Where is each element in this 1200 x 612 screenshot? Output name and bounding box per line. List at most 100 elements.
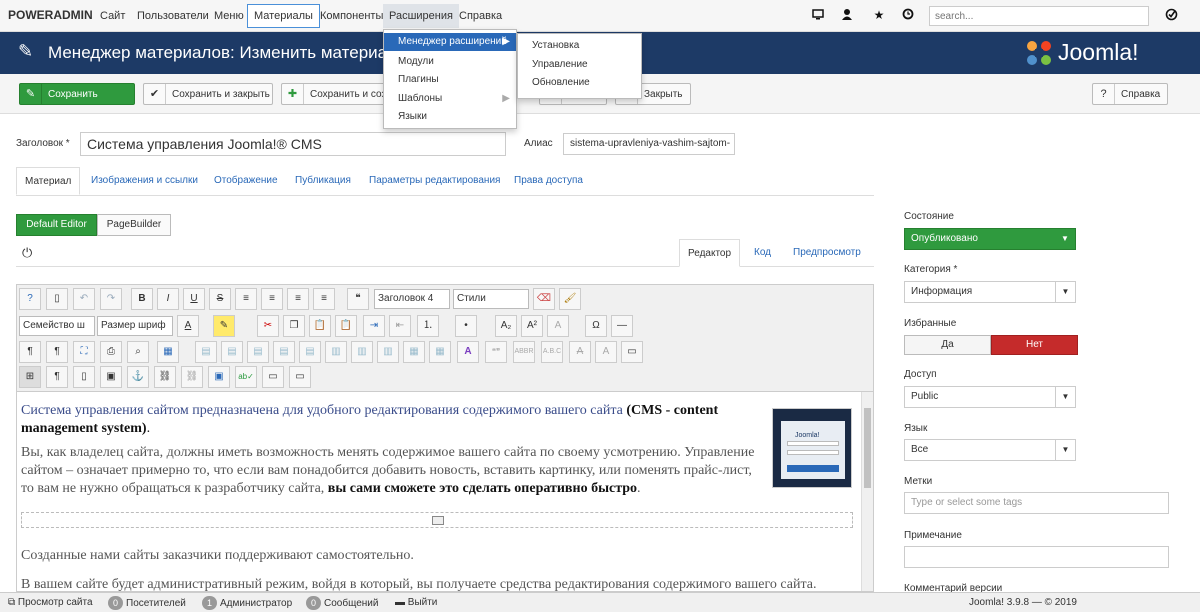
undo-icon[interactable]: ↶ bbox=[73, 288, 95, 310]
tab-content[interactable]: Материал bbox=[16, 167, 81, 195]
access-select[interactable]: Public ▼ bbox=[904, 386, 1076, 408]
monitor-icon[interactable] bbox=[811, 8, 825, 22]
nav-content[interactable]: Материалы bbox=[247, 4, 320, 28]
font-size-select[interactable]: Размер шриф bbox=[97, 316, 173, 336]
unlink-icon[interactable]: ⛓ bbox=[181, 366, 203, 388]
save-button[interactable]: ✎ Сохранить bbox=[19, 83, 135, 105]
template-icon[interactable]: ▭ bbox=[621, 341, 643, 363]
show-blocks-icon[interactable]: ¶ bbox=[46, 366, 68, 388]
tab-editor[interactable]: Редактор bbox=[679, 239, 741, 267]
col-before-icon[interactable]: ▥ bbox=[325, 341, 347, 363]
blockquote-icon[interactable]: ❝ bbox=[347, 288, 369, 310]
heading-select[interactable]: Заголовок 4 bbox=[374, 289, 450, 309]
menu-item-plugins[interactable]: Плагины bbox=[384, 71, 516, 89]
highlight-icon[interactable]: ✎ bbox=[213, 315, 235, 337]
new-doc-icon[interactable]: ▯ bbox=[46, 288, 68, 310]
nav-components[interactable]: Компоненты bbox=[314, 4, 389, 28]
default-editor-button[interactable]: Default Editor bbox=[16, 214, 97, 236]
joomla-check-icon[interactable] bbox=[1164, 8, 1178, 22]
underline-icon[interactable]: U bbox=[183, 288, 205, 310]
category-select[interactable]: Информация ▼ bbox=[904, 281, 1076, 303]
spellcheck-icon[interactable]: A bbox=[457, 341, 479, 363]
numbered-list-icon[interactable]: ⒈ bbox=[417, 315, 439, 337]
alias-input[interactable]: sistema-upravleniya-vashim-sajtom- bbox=[563, 133, 735, 155]
logout-link[interactable]: ▬ Выйти bbox=[395, 596, 437, 610]
nav-extensions[interactable]: Расширения bbox=[383, 4, 459, 28]
redo-icon[interactable]: ↷ bbox=[100, 288, 122, 310]
spellchecker-icon[interactable]: ab✓ bbox=[235, 366, 257, 388]
pagebreak-icon[interactable]: ▭ bbox=[262, 366, 284, 388]
visual-aid-icon[interactable]: ⊞ bbox=[19, 366, 41, 388]
acronym-icon[interactable]: A.B.C bbox=[541, 341, 563, 363]
table-cell-props-icon[interactable]: ▤ bbox=[221, 341, 243, 363]
tab-code[interactable]: Код bbox=[754, 239, 771, 267]
print-icon[interactable]: ⎙ bbox=[100, 341, 122, 363]
align-right-icon[interactable]: ≡ bbox=[313, 288, 335, 310]
rtl-icon[interactable]: ¶ bbox=[46, 341, 68, 363]
find-icon[interactable]: ⌕ bbox=[127, 341, 149, 363]
cut-icon[interactable]: ✂ bbox=[257, 315, 279, 337]
media-icon[interactable]: ▣ bbox=[208, 366, 230, 388]
language-select[interactable]: Все ▼ bbox=[904, 439, 1076, 461]
search-input[interactable] bbox=[929, 6, 1149, 26]
col-after-icon[interactable]: ▥ bbox=[351, 341, 373, 363]
merge-cells-icon[interactable]: ▦ bbox=[429, 341, 451, 363]
fullscreen-icon[interactable]: ⛶ bbox=[73, 341, 95, 363]
styles-select[interactable]: Стили bbox=[453, 289, 529, 309]
editor-content[interactable]: Система управления сайтом предназначена … bbox=[16, 392, 874, 592]
nav-site[interactable]: Сайт bbox=[94, 4, 131, 28]
tab-permissions[interactable]: Права доступа bbox=[514, 167, 583, 195]
featured-no-button[interactable]: Нет bbox=[991, 335, 1078, 355]
brush-icon[interactable]: 🖌 bbox=[559, 288, 581, 310]
eraser-icon[interactable]: ⌫ bbox=[533, 288, 555, 310]
help-icon[interactable]: ? bbox=[19, 288, 41, 310]
nav-users[interactable]: Пользователи bbox=[131, 4, 215, 28]
nav-menu[interactable]: Меню bbox=[208, 4, 250, 28]
ltr-icon[interactable]: ¶ bbox=[19, 341, 41, 363]
copy-icon[interactable]: ❐ bbox=[283, 315, 305, 337]
note-input[interactable] bbox=[904, 546, 1169, 568]
menu-item-modules[interactable]: Модули bbox=[384, 53, 516, 71]
tab-images-links[interactable]: Изображения и ссылки bbox=[91, 167, 198, 195]
text-color-icon[interactable]: A bbox=[177, 315, 199, 337]
paste-icon[interactable]: 📋 bbox=[309, 315, 331, 337]
power-icon[interactable]: ⏻ bbox=[22, 245, 32, 261]
save-close-button[interactable]: ✔ Сохранить и закрыть bbox=[143, 83, 273, 105]
title-input[interactable]: Система управления Joomla!® CMS bbox=[80, 132, 506, 156]
image-icon[interactable]: ▣ bbox=[100, 366, 122, 388]
superscript-icon[interactable]: A² bbox=[521, 315, 543, 337]
split-cells-icon[interactable]: ▦ bbox=[403, 341, 425, 363]
nav-help[interactable]: Справка bbox=[453, 4, 508, 28]
readmore-icon[interactable]: ▭ bbox=[289, 366, 311, 388]
row-after-icon[interactable]: ▤ bbox=[273, 341, 295, 363]
row-before-icon[interactable]: ▤ bbox=[247, 341, 269, 363]
editor-scrollbar[interactable] bbox=[861, 392, 873, 591]
tab-display[interactable]: Отображение bbox=[214, 167, 278, 195]
submenu-item-update[interactable]: Обновление bbox=[518, 74, 641, 92]
align-left-icon[interactable]: ≡ bbox=[287, 288, 309, 310]
align-justify-icon[interactable]: ≡ bbox=[235, 288, 257, 310]
featured-yes-button[interactable]: Да bbox=[904, 335, 991, 355]
star-icon[interactable]: ★ bbox=[872, 8, 886, 22]
subscript-icon[interactable]: A₂ bbox=[495, 315, 517, 337]
preview-site-link[interactable]: ⧉ Просмотр сайта bbox=[8, 596, 93, 610]
submenu-item-install[interactable]: Установка bbox=[518, 37, 641, 55]
ins-icon[interactable]: A bbox=[595, 341, 617, 363]
table-icon[interactable]: ▦ bbox=[157, 341, 179, 363]
brand-logo[interactable]: POWERADMIN bbox=[8, 8, 93, 22]
strike-icon[interactable]: S bbox=[209, 288, 231, 310]
pagebuilder-button[interactable]: PageBuilder bbox=[97, 214, 171, 236]
font-case-icon[interactable]: A bbox=[547, 315, 569, 337]
tab-publishing[interactable]: Публикация bbox=[295, 167, 351, 195]
table-row-props-icon[interactable]: ▤ bbox=[195, 341, 217, 363]
quote-icon[interactable]: ❝❞ bbox=[485, 341, 507, 363]
omega-icon[interactable]: Ω bbox=[585, 315, 607, 337]
clock-icon[interactable] bbox=[901, 8, 915, 22]
abbr-icon[interactable]: ABBR bbox=[513, 341, 535, 363]
tab-edit-params[interactable]: Параметры редактирования bbox=[369, 167, 500, 195]
italic-icon[interactable]: I bbox=[157, 288, 179, 310]
col-delete-icon[interactable]: ▥ bbox=[377, 341, 399, 363]
link-icon[interactable]: ⛓ bbox=[154, 366, 176, 388]
user-icon[interactable] bbox=[840, 8, 854, 22]
row-delete-icon[interactable]: ▤ bbox=[299, 341, 321, 363]
